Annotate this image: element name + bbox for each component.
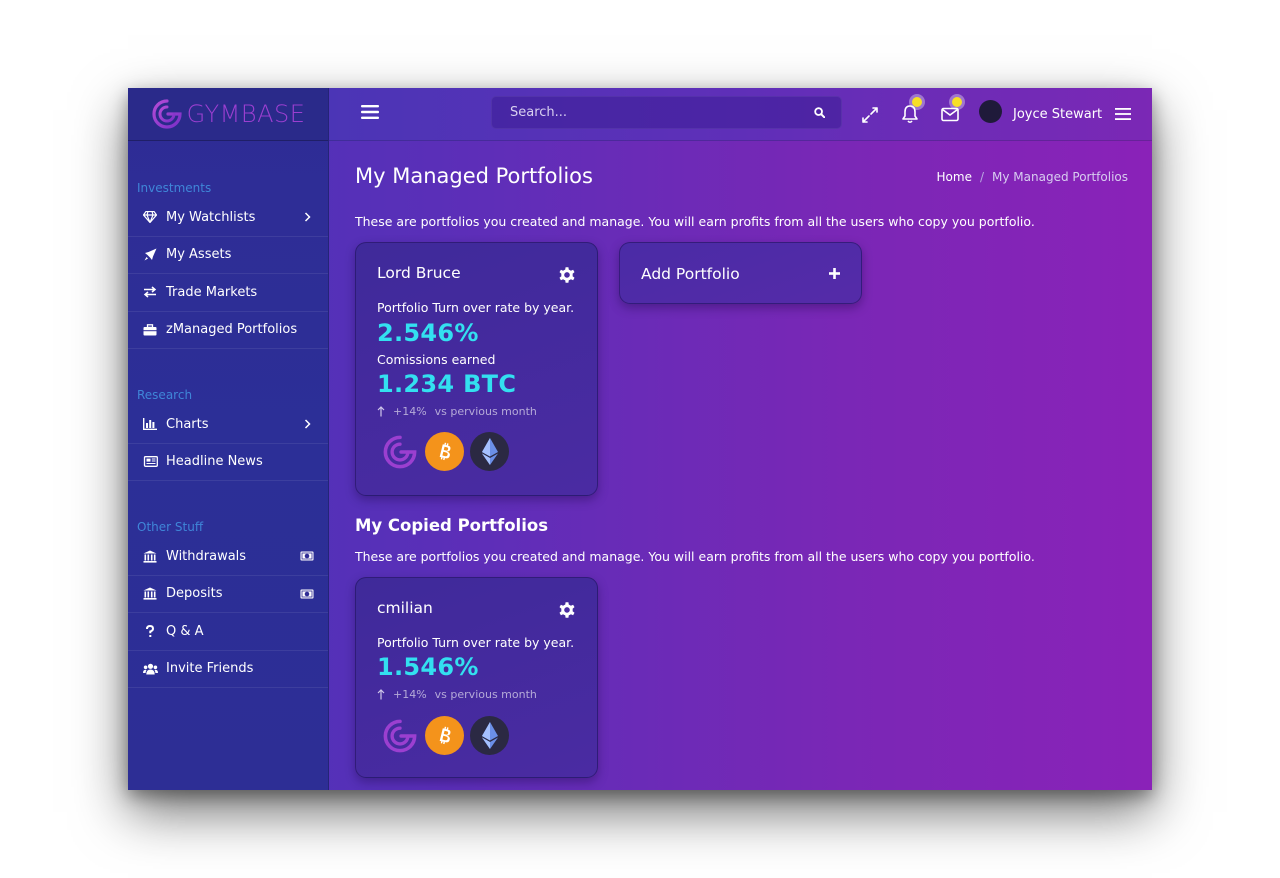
trend-info: +14% vs pervious month	[377, 688, 537, 701]
arrow-up-icon	[377, 406, 385, 417]
sidebar-item-withdrawals[interactable]: Withdrawals	[128, 538, 328, 576]
mail-icon	[941, 107, 959, 122]
turnover-value: 1.546%	[377, 653, 479, 681]
turnover-label: Portfolio Turn over rate by year.	[377, 300, 575, 315]
sidebar-item-label: My Watchlists	[166, 209, 256, 225]
portfolio-card[interactable]: Lord Bruce Portfolio Turn over rate by y…	[355, 242, 598, 496]
sidebar-item-q-and-a[interactable]: Q & A	[128, 613, 328, 651]
avatar[interactable]	[979, 100, 1002, 123]
search-input[interactable]	[510, 105, 814, 120]
trend-label: vs pervious month	[434, 405, 537, 418]
add-portfolio-button[interactable]: Add Portfolio	[619, 242, 862, 304]
sidebar-item-label: Headline News	[166, 454, 263, 470]
managed-portfolios-description: These are portfolios you created and man…	[355, 214, 1035, 229]
money-icon	[300, 587, 314, 601]
gymbase-coin-icon	[380, 716, 419, 755]
turnover-value: 2.546%	[377, 319, 479, 347]
trend-label: vs pervious month	[434, 688, 537, 701]
rocket-icon	[142, 247, 158, 263]
copied-portfolios-title: My Copied Portfolios	[355, 516, 549, 535]
notifications-button[interactable]	[900, 97, 922, 124]
sidebar-item-charts[interactable]: Charts	[128, 406, 328, 444]
sidebar-item-label: Q & A	[166, 623, 204, 639]
sidebar-item-label: Deposits	[166, 586, 223, 602]
breadcrumb-current: My Managed Portfolios	[992, 170, 1128, 184]
newspaper-icon	[142, 454, 158, 470]
sidebar-item-my-assets[interactable]: My Assets	[128, 237, 328, 274]
money-icon	[300, 549, 314, 563]
gear-icon[interactable]	[557, 265, 577, 285]
top-header: Joyce Stewart	[329, 88, 1152, 141]
question-icon	[142, 623, 158, 639]
chevron-right-icon	[300, 417, 314, 431]
sidebar-item-label: Withdrawals	[166, 548, 247, 564]
arrow-up-icon	[377, 689, 385, 700]
portfolio-name: Lord Bruce	[377, 264, 461, 282]
coin-list	[380, 432, 509, 471]
chevron-right-icon	[300, 210, 314, 224]
menu-icon[interactable]	[361, 104, 379, 120]
sidebar-item-headline-news[interactable]: Headline News	[128, 444, 328, 481]
gymbase-coin-icon	[380, 432, 419, 471]
section-title-research: Research	[137, 388, 193, 402]
gear-icon[interactable]	[557, 600, 577, 620]
sidebar-item-my-watchlists[interactable]: My Watchlists	[128, 199, 328, 237]
portfolio-name: cmilian	[377, 599, 433, 617]
sidebar-item-label: Trade Markets	[166, 284, 258, 300]
fullscreen-icon[interactable]	[860, 105, 880, 125]
sidebar-item-invite-friends[interactable]: Invite Friends	[128, 651, 328, 688]
trend-value: +14%	[393, 688, 427, 701]
sidebar-item-label: Charts	[166, 416, 209, 432]
copied-portfolios-description: These are portfolios you created and man…	[355, 549, 1035, 564]
breadcrumb-home-link[interactable]: Home	[937, 170, 972, 184]
search-bar	[491, 96, 842, 129]
coin-list	[380, 716, 509, 755]
app-window: GYMBASE Investments My Watchlists My Ass…	[128, 88, 1152, 790]
sidebar: GYMBASE Investments My Watchlists My Ass…	[128, 88, 329, 790]
user-name[interactable]: Joyce Stewart	[1013, 107, 1102, 122]
bank-icon	[142, 548, 158, 564]
ethereum-icon	[470, 716, 509, 755]
diamond-icon	[142, 209, 158, 225]
portfolio-card[interactable]: cmilian Portfolio Turn over rate by year…	[355, 577, 598, 778]
trend-info: +14% vs pervious month	[377, 405, 537, 418]
bank-icon	[142, 586, 158, 602]
add-portfolio-label: Add Portfolio	[641, 265, 740, 283]
menu-icon[interactable]	[1115, 107, 1131, 121]
sidebar-item-label: My Assets	[166, 247, 232, 263]
messages-button[interactable]	[940, 97, 962, 124]
commission-value: 1.234 BTC	[377, 370, 517, 398]
notification-badge	[912, 97, 922, 107]
sidebar-item-label: Invite Friends	[166, 661, 254, 677]
brand-logo[interactable]: GYMBASE	[128, 88, 328, 141]
bell-icon	[902, 105, 918, 124]
gymbase-logo-icon	[152, 99, 182, 129]
section-title-other-stuff: Other Stuff	[137, 520, 204, 534]
search-icon[interactable]	[814, 107, 825, 118]
plus-icon	[829, 268, 840, 279]
trend-value: +14%	[393, 405, 427, 418]
exchange-icon	[142, 284, 158, 300]
breadcrumb: Home / My Managed Portfolios	[937, 170, 1128, 184]
bar-chart-icon	[142, 416, 158, 432]
bitcoin-icon	[425, 716, 464, 755]
message-badge	[952, 97, 962, 107]
sidebar-item-trade-markets[interactable]: Trade Markets	[128, 274, 328, 312]
breadcrumb-separator: /	[979, 170, 985, 184]
ethereum-icon	[470, 432, 509, 471]
sidebar-item-label: zManaged Portfolios	[166, 322, 298, 338]
page-title: My Managed Portfolios	[355, 164, 593, 188]
section-title-investments: Investments	[137, 181, 212, 195]
bitcoin-icon	[425, 432, 464, 471]
turnover-label: Portfolio Turn over rate by year.	[377, 635, 575, 650]
briefcase-icon	[142, 322, 158, 338]
brand-name: GYMBASE	[186, 100, 306, 128]
sidebar-item-zmanaged-portfolios[interactable]: zManaged Portfolios	[128, 312, 328, 349]
users-icon	[142, 661, 158, 677]
commission-label: Comissions earned	[377, 352, 496, 367]
sidebar-item-deposits[interactable]: Deposits	[128, 576, 328, 613]
